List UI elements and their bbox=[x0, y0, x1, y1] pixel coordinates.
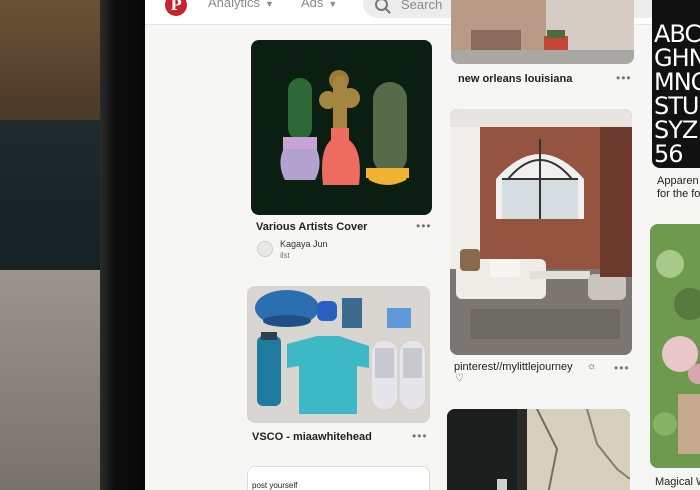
new-orleans-photo bbox=[451, 0, 634, 64]
pin-title[interactable]: VSCO - miaawhitehead bbox=[252, 431, 372, 443]
pin-title[interactable]: pinterest//mylittlejourney bbox=[454, 361, 573, 373]
background-table bbox=[0, 270, 110, 490]
typography-letters: ABC GHN MNO STU SYZ 56 bbox=[654, 22, 700, 166]
nav-analytics[interactable]: Analytics ▼ bbox=[208, 0, 274, 10]
pin-title[interactable]: new orleans louisiana bbox=[458, 73, 572, 85]
pin-caption: post yourself bbox=[252, 481, 298, 490]
cactus-illustration bbox=[280, 70, 409, 185]
pin-author-sub: ilst bbox=[280, 251, 290, 260]
garden-photo bbox=[650, 224, 700, 468]
pin-vsco-flatlay[interactable] bbox=[247, 286, 430, 423]
pin-title-line[interactable]: Apparen bbox=[657, 175, 699, 187]
pin-title[interactable]: Various Artists Cover bbox=[256, 221, 367, 233]
pin-post-yourself[interactable]: post yourself bbox=[247, 466, 430, 490]
pin-various-artists-cover[interactable] bbox=[251, 40, 432, 215]
typography-row: ABC bbox=[654, 20, 700, 48]
chevron-down-icon: ▼ bbox=[265, 0, 274, 9]
search-icon bbox=[375, 0, 388, 11]
sparkle-icon: ☼ bbox=[587, 361, 597, 372]
heart-outline-icon: ♡ bbox=[455, 373, 464, 384]
nav-analytics-label: Analytics bbox=[208, 0, 261, 10]
pin-magical-garden[interactable] bbox=[650, 224, 700, 468]
pin-marble-bathroom[interactable] bbox=[447, 409, 630, 490]
avatar[interactable] bbox=[257, 241, 273, 257]
nav-ads-label: Ads bbox=[301, 0, 324, 10]
typography-row: SYZ bbox=[654, 116, 698, 144]
pinterest-logo-icon[interactable]: P bbox=[165, 0, 187, 16]
more-options-icon[interactable]: ••• bbox=[614, 361, 630, 375]
typography-row: GHN bbox=[654, 44, 700, 72]
pin-loft-living-room[interactable] bbox=[450, 109, 632, 355]
background-shelf bbox=[0, 0, 110, 120]
more-options-icon[interactable]: ••• bbox=[616, 71, 632, 85]
typography-row: STU bbox=[654, 92, 699, 120]
more-options-icon[interactable]: ••• bbox=[412, 429, 428, 443]
pin-typography[interactable]: ABC GHN MNO STU SYZ 56 bbox=[652, 0, 700, 168]
typography-row: MNO bbox=[654, 68, 700, 96]
background-wall bbox=[0, 120, 110, 270]
search-placeholder: Search bbox=[401, 0, 443, 12]
pin-title-line[interactable]: for the fo bbox=[657, 188, 700, 200]
more-options-icon[interactable]: ••• bbox=[416, 219, 432, 233]
pin-new-orleans[interactable] bbox=[451, 0, 634, 64]
pin-title[interactable]: Magical W bbox=[655, 476, 700, 488]
laptop-screen: P Analytics ▼ Ads ▼ Search Various Artis… bbox=[145, 0, 700, 490]
loft-living-room-photo bbox=[450, 109, 632, 355]
laptop-bezel bbox=[100, 0, 148, 490]
nav-ads[interactable]: Ads ▼ bbox=[301, 0, 337, 10]
typography-row: 56 bbox=[654, 140, 684, 168]
marble-photo bbox=[447, 409, 630, 490]
chevron-down-icon: ▼ bbox=[328, 0, 338, 9]
pin-author[interactable]: Kagaya Jun bbox=[280, 239, 328, 249]
flatlay-photo bbox=[247, 286, 430, 423]
